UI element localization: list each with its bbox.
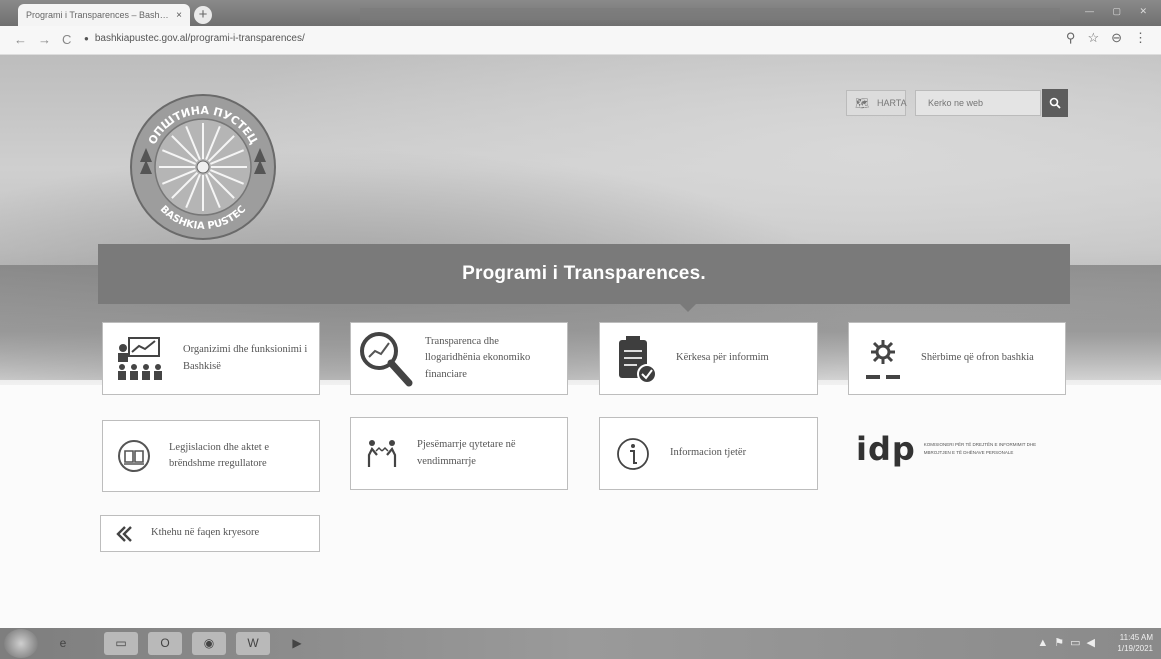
map-label: HARTA: [876, 98, 907, 108]
browser-tab[interactable]: Programi i Transparences – Bash… ×: [18, 4, 190, 26]
browser-tab-bar: Programi i Transparences – Bash… × + — ▢…: [0, 0, 1161, 26]
system-tray-icons[interactable]: ▲⚑▭◀: [1037, 636, 1101, 649]
bookmark-star-icon[interactable]: ☆: [1087, 30, 1099, 45]
new-tab-button[interactable]: +: [194, 6, 212, 24]
ie-icon[interactable]: e: [46, 632, 80, 655]
back-to-home-label: Kthehu në faqen kryesore: [151, 527, 260, 539]
card-other-information-label: Informacion tjetër: [670, 447, 747, 459]
card-citizen-participation-label: Pjesëmarrje qytetare në vendimmarrje: [417, 439, 516, 467]
tab-bar-background: [360, 8, 1060, 20]
chrome-icon[interactable]: ◉: [192, 632, 226, 655]
system-clock[interactable]: 11:45 AM 1/19/2021: [1117, 632, 1153, 654]
forward-button[interactable]: →: [38, 32, 51, 47]
banner-pointer: [680, 304, 696, 312]
card-other-information[interactable]: Informacion tjetër: [599, 417, 818, 490]
card-transparency[interactable]: Transparenca dhe llogaridhënia ekonomiko…: [350, 322, 568, 395]
map-button[interactable]: 🗺 HARTA: [846, 90, 907, 116]
card-information-request-label: Kërkesa për informim: [676, 352, 769, 364]
window-controls[interactable]: — ▢ ✕: [1085, 6, 1155, 17]
back-arrow-icon: [109, 525, 145, 543]
back-button[interactable]: ←: [14, 32, 27, 47]
clock-time: 11:45 AM: [1119, 633, 1153, 642]
partner-logo[interactable]: idp KOMISIONERI PËR TË DREJTËN E INFORMI…: [856, 426, 1066, 471]
card-citizen-participation[interactable]: Pjesëmarrje qytetare në vendimmarrje: [350, 417, 568, 490]
clock-date: 1/19/2021: [1117, 644, 1153, 653]
media-icon[interactable]: ▶: [280, 632, 314, 655]
search-icon: [1049, 97, 1061, 109]
back-to-home-button[interactable]: Kthehu në faqen kryesore: [100, 515, 320, 552]
profile-icon[interactable]: ⊖: [1111, 30, 1122, 45]
card-transparency-label: Transparenca dhe llogaridhënia ekonomiko…: [425, 336, 531, 380]
card-services[interactable]: Shërbime që ofron bashkia: [848, 322, 1066, 395]
address-bar: ← → C ● bashkiapustec.gov.al/programi-i-t…: [0, 26, 1161, 55]
partner-logo-mark: idp: [856, 429, 916, 468]
tab-close-icon[interactable]: ×: [176, 10, 182, 21]
search-input[interactable]: [915, 90, 1041, 116]
word-icon[interactable]: W: [236, 632, 270, 655]
tab-title: Programi i Transparences – Bash…: [26, 10, 169, 20]
people-arrows-icon: [357, 437, 407, 471]
card-organization-label: Organizimi dhe funksionimi i Bashkisë: [183, 344, 308, 372]
reload-button[interactable]: C: [62, 32, 71, 47]
search-button[interactable]: [1042, 89, 1068, 117]
card-legislation-label: Legjislacion dhe aktet e brëndshme rregu…: [169, 441, 270, 469]
url-field[interactable]: ● bashkiapustec.gov.al/programi-i-transpa…: [84, 33, 305, 44]
card-legislation[interactable]: Legjislacion dhe aktet e brëndshme rregu…: [102, 420, 320, 492]
start-button[interactable]: [4, 629, 38, 658]
url-text: bashkiapustec.gov.al/programi-i-transpar…: [94, 33, 305, 44]
menu-icon[interactable]: ⋮: [1134, 30, 1147, 45]
address-bar-actions: ⚲ ☆ ⊖ ⋮: [1054, 30, 1147, 46]
municipality-logo[interactable]: ОПШТИНА ПУСТЕЦ BASHKIA PUSTEC: [128, 92, 278, 242]
map-icon: 🗺: [855, 97, 869, 110]
translate-icon[interactable]: ⚲: [1066, 30, 1076, 45]
card-services-label: Shërbime që ofron bashkia: [921, 352, 1034, 364]
partner-logo-caption: KOMISIONERI PËR TË DREJTËN E INFORMIMIT …: [923, 442, 1037, 455]
clipboard-check-icon: [612, 334, 662, 384]
card-organization[interactable]: Organizimi dhe funksionimi i Bashkisë: [102, 322, 320, 395]
outlook-icon[interactable]: O: [148, 632, 182, 655]
page-title-banner: Programi i Transparences.: [98, 244, 1070, 312]
explorer-icon[interactable]: ▭: [104, 632, 138, 655]
site-info-icon[interactable]: ●: [84, 34, 89, 43]
page-title: Programi i Transparences.: [462, 263, 706, 284]
book-icon: [109, 439, 159, 473]
organization-chart-icon: [111, 336, 171, 382]
card-information-request[interactable]: Kërkesa për informim: [599, 322, 818, 395]
gear-icon: [855, 339, 911, 379]
magnifier-chart-icon: [355, 329, 415, 389]
info-icon: [608, 437, 658, 471]
os-taskbar: e ▭ O ◉ W ▶ ▲⚑▭◀ 11:45 AM 1/19/2021: [0, 628, 1161, 659]
